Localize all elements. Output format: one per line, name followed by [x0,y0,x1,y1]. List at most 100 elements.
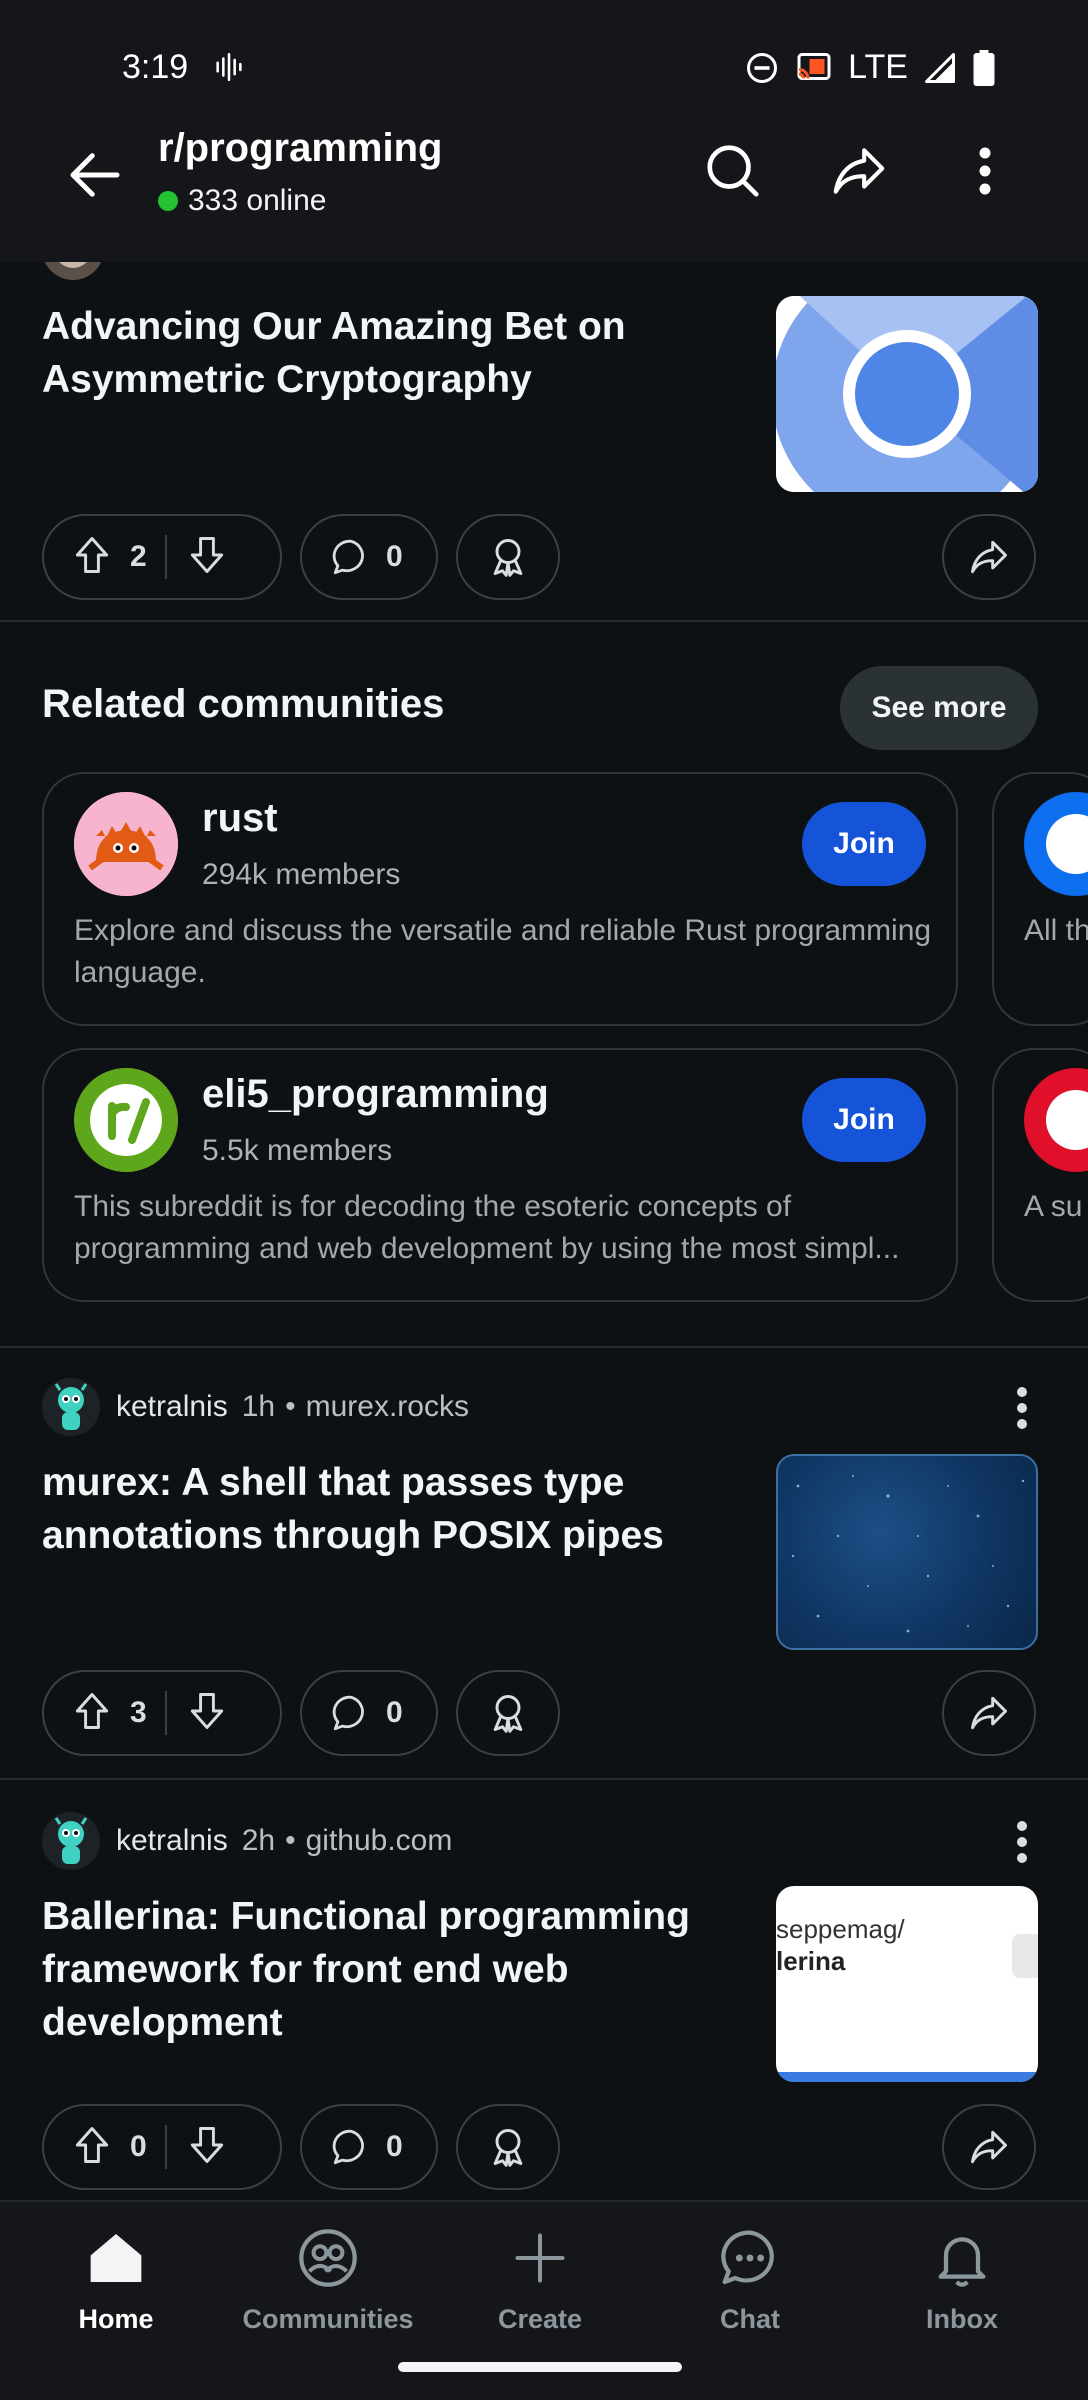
share-icon [971,1696,1007,1730]
comment-icon [332,2129,364,2165]
community-description: All th [1024,914,1088,947]
thumbnail-logo [1012,1934,1038,1978]
online-text: 333 online [188,184,327,217]
back-arrow-icon [70,153,120,197]
comments-button[interactable]: 0 [300,2104,438,2190]
share-button[interactable] [942,2104,1036,2190]
comment-count: 0 [386,2130,403,2163]
nav-home[interactable]: Home [16,2222,216,2352]
upvote-icon[interactable] [70,2123,114,2172]
divider [0,1346,1088,1348]
vote-pill: 2 [42,514,282,600]
post-actions: 3 0 [42,1670,1046,1756]
thumbnail-bar [776,2072,1038,2082]
separator-dot: • [285,1824,296,1857]
nav-chat[interactable]: Chat [650,2222,850,2352]
gesture-home-bar[interactable] [398,2362,682,2372]
network-type: LTE [848,48,908,86]
community-description: A su behi [1024,1190,1088,1223]
more-options-icon[interactable] [1012,1812,1032,1872]
comment-count: 0 [386,1696,403,1729]
eli5-programming-avatar [74,1068,178,1172]
post-thumbnail[interactable]: seppemag/ lerina [776,1886,1038,2082]
communities-icon [299,2229,357,2287]
share-button[interactable] [942,1670,1036,1756]
nav-label: Create [497,2304,583,2334]
subreddit-title[interactable]: r/programming [158,126,442,171]
more-vertical-icon [979,147,991,195]
post-actions: 2 0 [42,514,1046,600]
post-username[interactable]: ketralnis [116,1390,228,1424]
chat-icon [721,2230,774,2285]
downvote-icon[interactable] [185,1689,229,1738]
award-button[interactable] [456,514,560,600]
starfield-image [791,1475,1025,1633]
post-username[interactable]: ketralnis [116,1824,228,1858]
downvote-icon[interactable] [185,533,229,582]
join-button[interactable]: Join [802,1078,926,1162]
nav-create[interactable]: Create [440,2222,640,2352]
post-domain[interactable]: murex.rocks [306,1390,469,1424]
search-button[interactable] [698,136,768,206]
plus-icon [515,2233,565,2283]
post-title[interactable]: Advancing Our Amazing Bet on Asymmetric … [42,300,722,406]
status-icons: LTE [744,48,996,87]
signal-icon [925,52,955,83]
more-options-icon[interactable] [1012,1378,1032,1438]
user-avatar[interactable] [42,1378,100,1436]
back-button[interactable] [62,142,128,208]
post-thumbnail[interactable] [776,1454,1038,1650]
post-time: 2h [241,1824,276,1857]
nav-label: Inbox [926,2304,998,2334]
online-count: 333 online [158,184,326,218]
bell-icon [938,2237,986,2287]
upvote-icon[interactable] [70,533,114,582]
separator-dot: • [285,1390,296,1423]
see-more-button[interactable]: See more [840,666,1038,750]
community-description: This subreddit is for decoding the esote… [74,1190,900,1265]
community-avatar [1024,1068,1088,1172]
share-button[interactable] [824,136,894,206]
subreddit-header: r/programming 333 online [0,120,1088,262]
comments-button[interactable]: 0 [300,1670,438,1756]
more-options-button[interactable] [950,136,1020,206]
comment-count: 0 [386,540,403,573]
post-thumbnail[interactable] [776,296,1038,492]
share-button[interactable] [942,514,1036,600]
comment-icon [332,1695,364,1731]
search-icon [707,145,759,197]
community-card-eli5-programming[interactable]: eli5_programming 5.5k members Join This … [42,1048,958,1302]
thumbnail-text: lerina [776,1946,846,1976]
post-actions: 0 0 [42,2104,1046,2190]
thumbnail-text: seppemag/ [776,1914,905,1944]
nav-inbox[interactable]: Inbox [862,2222,1062,2352]
community-description: Explore and discuss the versatile and re… [74,914,932,989]
community-name: eli5_programming [202,1072,549,1116]
nav-communities[interactable]: Communities [228,2222,428,2352]
share-icon [971,540,1007,574]
award-button[interactable] [456,1670,560,1756]
upvote-icon[interactable] [70,1689,114,1738]
share-icon [833,148,885,194]
battery-icon [973,49,995,86]
community-card-peek[interactable]: A su behi [992,1048,1088,1302]
join-button[interactable]: Join [802,802,926,886]
comments-button[interactable]: 0 [300,514,438,600]
online-dot [158,191,178,211]
community-card-peek[interactable]: All th [992,772,1088,1026]
share-icon [971,2130,1007,2164]
post-domain[interactable]: github.com [306,1824,453,1858]
user-avatar[interactable] [42,1812,100,1870]
post-title[interactable]: murex: A shell that passes type annotati… [42,1456,722,1562]
nav-label: Home [78,2304,154,2334]
downvote-icon[interactable] [185,2123,229,2172]
audio-wave-icon [216,52,242,82]
vote-count: 3 [130,1696,147,1729]
rust-avatar [74,792,178,896]
award-button[interactable] [456,2104,560,2190]
post-title[interactable]: Ballerina: Functional programming framew… [42,1890,722,2049]
status-bar: 3:19 LTE [0,0,1088,134]
community-card-rust[interactable]: rust 294k members Join Explore and discu… [42,772,958,1026]
award-icon [493,539,523,577]
divider [0,1778,1088,1780]
